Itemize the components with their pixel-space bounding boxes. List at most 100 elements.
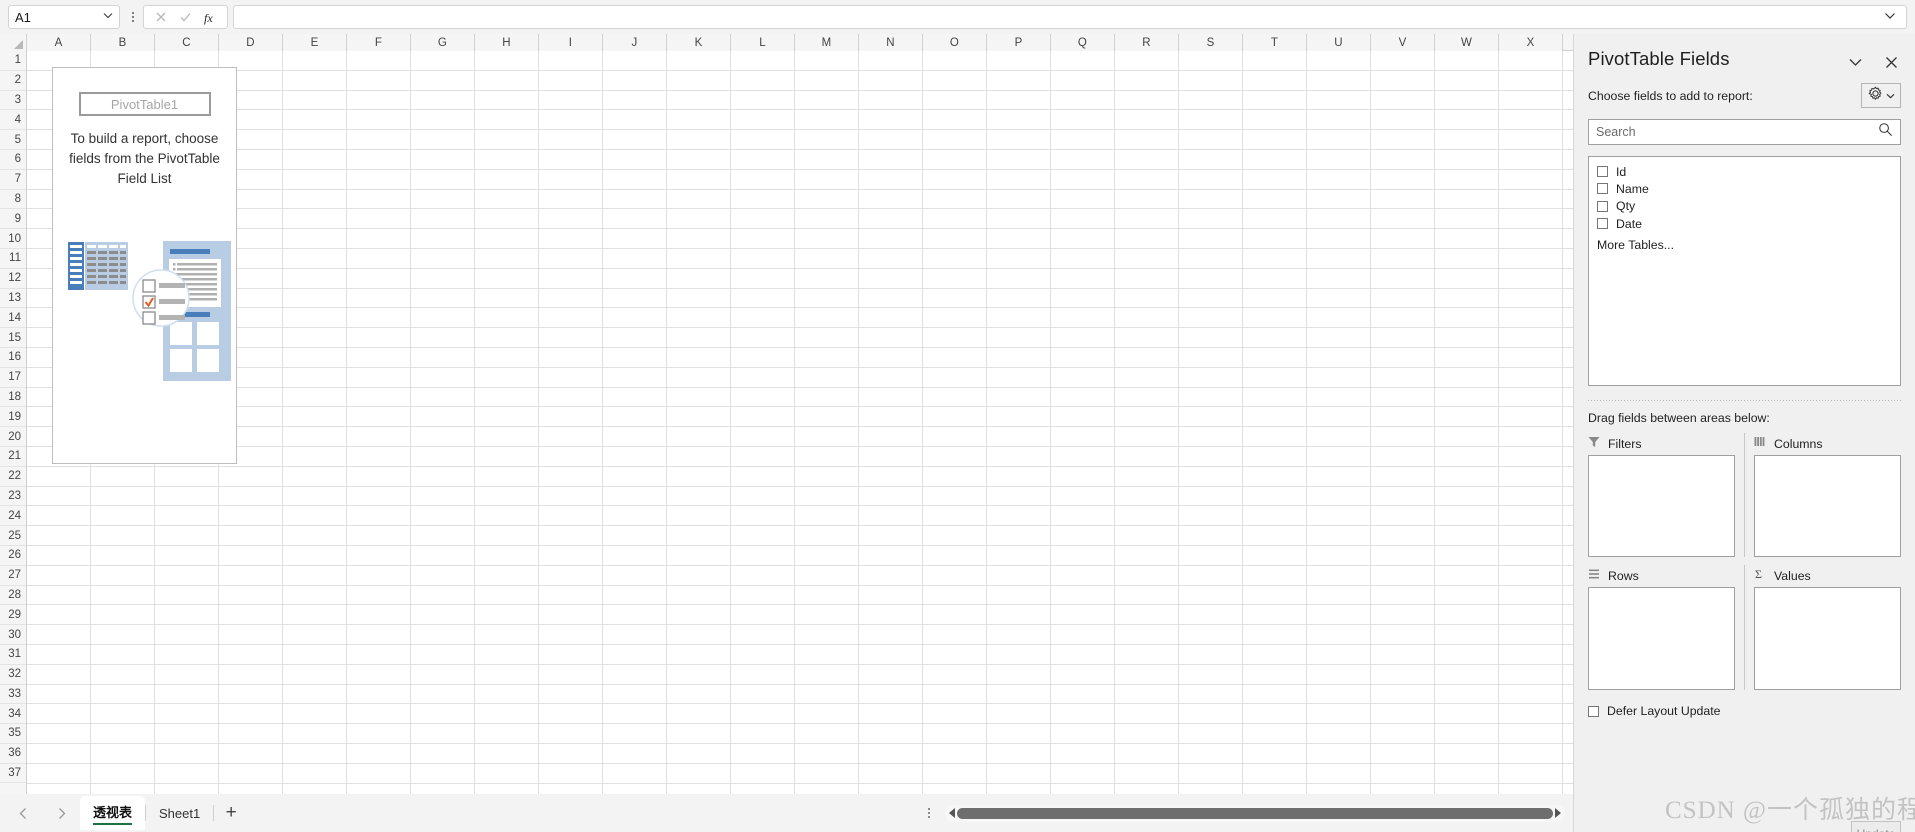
values-drop-zone[interactable]: [1754, 587, 1901, 690]
column-header-T[interactable]: T: [1243, 34, 1307, 51]
row-header-15[interactable]: 15: [0, 328, 26, 348]
row-header-7[interactable]: 7: [0, 170, 26, 190]
row-header-3[interactable]: 3: [0, 91, 26, 111]
row-header-35[interactable]: 35: [0, 724, 26, 744]
row-header-26[interactable]: 26: [0, 546, 26, 566]
chevron-down-icon[interactable]: [1845, 53, 1865, 71]
chevron-right-icon[interactable]: [48, 800, 74, 826]
field-item[interactable]: Id: [1597, 163, 1892, 180]
column-header-V[interactable]: V: [1371, 34, 1435, 51]
row-header-1[interactable]: 1: [0, 51, 26, 71]
row-header-16[interactable]: 16: [0, 348, 26, 368]
row-header-6[interactable]: 6: [0, 150, 26, 170]
column-header-D[interactable]: D: [219, 34, 283, 51]
row-header-34[interactable]: 34: [0, 704, 26, 725]
field-checkbox[interactable]: [1597, 166, 1608, 178]
column-header-K[interactable]: K: [667, 34, 731, 51]
column-header-H[interactable]: H: [475, 34, 539, 51]
field-checkbox[interactable]: [1597, 183, 1608, 195]
field-item[interactable]: Date: [1597, 215, 1892, 232]
row-header-12[interactable]: 12: [0, 269, 26, 289]
horizontal-scrollbar[interactable]: [945, 804, 1565, 822]
more-tables-link[interactable]: More Tables...: [1597, 238, 1892, 252]
row-header-29[interactable]: 29: [0, 605, 26, 626]
row-header-13[interactable]: 13: [0, 289, 26, 309]
row-header-2[interactable]: 2: [0, 71, 26, 91]
row-header-18[interactable]: 18: [0, 388, 26, 408]
close-icon[interactable]: [1881, 53, 1901, 71]
column-header-O[interactable]: O: [923, 34, 987, 51]
row-header-20[interactable]: 20: [0, 427, 26, 447]
more-options-icon[interactable]: [923, 803, 935, 823]
row-header-37[interactable]: 37: [0, 764, 26, 784]
field-list[interactable]: Id Name Qty Date More Tables...: [1588, 156, 1901, 386]
formula-input[interactable]: [233, 5, 1907, 29]
columns-drop-zone[interactable]: [1754, 455, 1901, 557]
sheet-tab-pivot[interactable]: 透视表: [80, 796, 146, 830]
row-header-17[interactable]: 17: [0, 368, 26, 388]
pivottable-placeholder[interactable]: PivotTable1 To build a report, choose fi…: [52, 67, 237, 464]
grid-cells[interactable]: PivotTable1 To build a report, choose fi…: [27, 51, 1573, 794]
add-sheet-button[interactable]: +: [214, 798, 248, 828]
spreadsheet-grid[interactable]: ABCDEFGHIJKLMNOPQRSTUVWX 1 2 3 4 5 6 7 8 9 10 11 12…: [0, 34, 1573, 794]
field-checkbox[interactable]: [1597, 218, 1608, 230]
scroll-right-icon[interactable]: [1555, 808, 1561, 818]
row-header-36[interactable]: 36: [0, 744, 26, 764]
column-header-F[interactable]: F: [347, 34, 411, 51]
select-all-corner[interactable]: [0, 34, 27, 51]
area-filters[interactable]: Filters: [1588, 433, 1744, 557]
column-header-J[interactable]: J: [603, 34, 667, 51]
row-header-21[interactable]: 21: [0, 447, 26, 467]
row-header-32[interactable]: 32: [0, 665, 26, 685]
row-header-24[interactable]: 24: [0, 506, 26, 527]
field-item[interactable]: Name: [1597, 180, 1892, 197]
column-header-R[interactable]: R: [1115, 34, 1179, 51]
defer-layout-checkbox[interactable]: [1588, 705, 1599, 717]
row-header-19[interactable]: 19: [0, 407, 26, 428]
column-header-U[interactable]: U: [1307, 34, 1371, 51]
chevron-down-icon[interactable]: [1884, 11, 1896, 23]
area-columns[interactable]: Columns: [1744, 433, 1901, 557]
column-header-P[interactable]: P: [987, 34, 1051, 51]
column-header-W[interactable]: W: [1435, 34, 1499, 51]
column-header-C[interactable]: C: [155, 34, 219, 51]
search-input[interactable]: Search: [1588, 119, 1901, 145]
column-header-X[interactable]: X: [1499, 34, 1563, 51]
column-header-Q[interactable]: Q: [1051, 34, 1115, 51]
row-header-25[interactable]: 25: [0, 526, 26, 546]
row-header-10[interactable]: 10: [0, 229, 26, 249]
row-header-5[interactable]: 5: [0, 130, 26, 150]
row-header-4[interactable]: 4: [0, 110, 26, 131]
column-header-N[interactable]: N: [859, 34, 923, 51]
column-header-S[interactable]: S: [1179, 34, 1243, 51]
field-list-tools-button[interactable]: [1861, 83, 1901, 108]
column-header-L[interactable]: L: [731, 34, 795, 51]
defer-layout-row[interactable]: Defer Layout Update: [1588, 704, 1901, 718]
column-header-B[interactable]: B: [91, 34, 155, 51]
rows-drop-zone[interactable]: [1588, 587, 1735, 690]
row-header-22[interactable]: 22: [0, 467, 26, 487]
column-header-M[interactable]: M: [795, 34, 859, 51]
search-icon[interactable]: [1878, 122, 1893, 142]
fx-icon[interactable]: fx: [198, 6, 223, 28]
chevron-down-icon[interactable]: [103, 12, 113, 22]
name-box[interactable]: A1: [8, 5, 120, 29]
column-header-I[interactable]: I: [539, 34, 603, 51]
field-checkbox[interactable]: [1597, 200, 1608, 212]
column-header-G[interactable]: G: [411, 34, 475, 51]
row-header-27[interactable]: 27: [0, 566, 26, 586]
row-header-8[interactable]: 8: [0, 190, 26, 210]
column-header-A[interactable]: A: [27, 34, 91, 51]
row-header-14[interactable]: 14: [0, 308, 26, 329]
row-header-31[interactable]: 31: [0, 645, 26, 665]
row-header-30[interactable]: 30: [0, 625, 26, 645]
check-icon[interactable]: [173, 6, 198, 28]
filters-drop-zone[interactable]: [1588, 455, 1735, 557]
more-options-icon[interactable]: [126, 5, 140, 29]
row-header-33[interactable]: 33: [0, 685, 26, 705]
chevron-left-icon[interactable]: [10, 800, 36, 826]
row-header-23[interactable]: 23: [0, 487, 26, 507]
close-icon[interactable]: [148, 6, 173, 28]
row-header-28[interactable]: 28: [0, 586, 26, 606]
update-button[interactable]: Update: [1851, 821, 1901, 832]
